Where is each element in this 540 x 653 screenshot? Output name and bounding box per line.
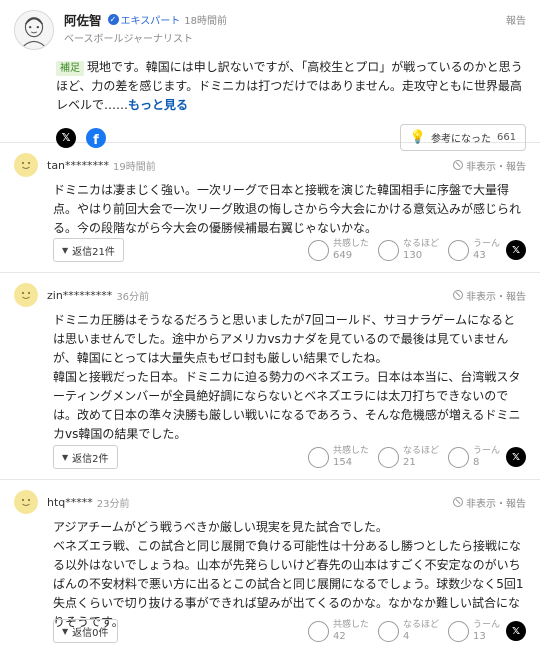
- more-link[interactable]: もっと見る: [128, 98, 188, 112]
- x-share-icon[interactable]: 𝕏: [506, 240, 526, 260]
- face-icon: [378, 620, 399, 642]
- comment-time: 36分前: [116, 291, 150, 303]
- expert-report-link[interactable]: 報告: [506, 12, 526, 27]
- comment-item: tan******** 19時間前 非表示・報告 ドミニカは凄まじく強い。一次リ…: [0, 143, 540, 273]
- expert-name[interactable]: 阿佐智: [64, 10, 102, 29]
- smiley-avatar-icon: [14, 283, 38, 307]
- face-icon: [448, 446, 469, 468]
- x-share-icon[interactable]: 𝕏: [506, 447, 526, 467]
- triangle-down-icon: ▼: [62, 626, 69, 636]
- comment-body: アジアチームがどう戦うべきか厳しい現実を見た試合でした。 ベネズエラ戦、この試合…: [53, 520, 524, 629]
- expert-badge: ✓ エキスパート: [107, 12, 181, 27]
- hide-report-link[interactable]: 非表示・報告: [453, 158, 526, 173]
- expert-body-text: 現地です。韓国には申し訳ないですが、「高校生とプロ」が戦っているのかと思うほど、…: [56, 60, 523, 112]
- expert-body: 補足 現地です。韓国には申し訳ないですが、「高校生とプロ」が戦っているのかと思うほ…: [56, 58, 526, 115]
- face-icon: [448, 239, 469, 261]
- expert-time: 18時間前: [184, 15, 227, 27]
- expert-avatar[interactable]: [14, 10, 54, 50]
- supplement-tag: 補足: [56, 61, 84, 76]
- expert-comment: 阿佐智 ✓ エキスパート 18時間前 ベースボールジャーナリスト 報告 補足 現地…: [0, 0, 540, 151]
- smiley-avatar-icon: [14, 490, 38, 514]
- react-hmm[interactable]: うーん 13: [448, 620, 504, 643]
- block-icon: [453, 497, 463, 507]
- check-icon: ✓: [107, 13, 119, 25]
- react-hmm[interactable]: うーん 43: [448, 239, 504, 262]
- comment-body: ドミニカは凄まじく強い。一次リーグで日本と接戦を演じた韓国相手に序盤で大量得点。…: [53, 183, 522, 235]
- expert-role: ベースボールジャーナリスト: [64, 34, 193, 45]
- comment-time: 19時間前: [113, 161, 156, 173]
- comment-username[interactable]: htq*****: [47, 496, 93, 509]
- smiley-avatar-icon: [14, 153, 38, 177]
- block-icon: [453, 290, 463, 300]
- face-icon: [378, 446, 399, 468]
- comment-username[interactable]: tan********: [47, 159, 109, 172]
- face-icon: [378, 239, 399, 261]
- comment-username[interactable]: zin*********: [47, 289, 112, 302]
- triangle-down-icon: ▼: [62, 245, 69, 255]
- hide-report-link[interactable]: 非表示・報告: [453, 495, 526, 510]
- comment-item: zin********* 36分前 非表示・報告 ドミニカ圧勝はそうなるだろうと…: [0, 273, 540, 480]
- expert-badge-label: エキスパート: [120, 15, 181, 27]
- reply-toggle-button[interactable]: ▼ 返信0件: [53, 619, 118, 643]
- comment-item: htq***** 23分前 非表示・報告 アジアチームがどう戦うべきか厳しい現実…: [0, 480, 540, 653]
- triangle-down-icon: ▼: [62, 452, 69, 462]
- face-icon: [308, 620, 329, 642]
- react-insightful[interactable]: なるほど 130: [378, 239, 448, 262]
- reply-toggle-button[interactable]: ▼ 返信2件: [53, 445, 118, 469]
- reply-toggle-button[interactable]: ▼ 返信21件: [53, 238, 124, 262]
- comment-time: 23分前: [96, 498, 130, 510]
- face-icon: [448, 620, 469, 642]
- hide-report-link[interactable]: 非表示・報告: [453, 288, 526, 303]
- face-icon: [308, 446, 329, 468]
- react-empathy[interactable]: 共感した 42: [308, 620, 378, 643]
- comment-body: ドミニカ圧勝はそうなるだろうと思いましたが7回コールド、サヨナラゲームになるとは…: [53, 313, 521, 441]
- react-insightful[interactable]: なるほど 4: [378, 620, 448, 643]
- react-empathy[interactable]: 共感した 154: [308, 446, 378, 469]
- sketch-portrait-icon: [15, 11, 53, 49]
- helpful-count: 661: [497, 132, 517, 143]
- block-icon: [453, 160, 463, 170]
- react-insightful[interactable]: なるほど 21: [378, 446, 448, 469]
- react-empathy[interactable]: 共感した 649: [308, 239, 378, 262]
- react-hmm[interactable]: うーん 8: [448, 446, 504, 469]
- face-icon: [308, 239, 329, 261]
- x-share-icon[interactable]: 𝕏: [506, 621, 526, 641]
